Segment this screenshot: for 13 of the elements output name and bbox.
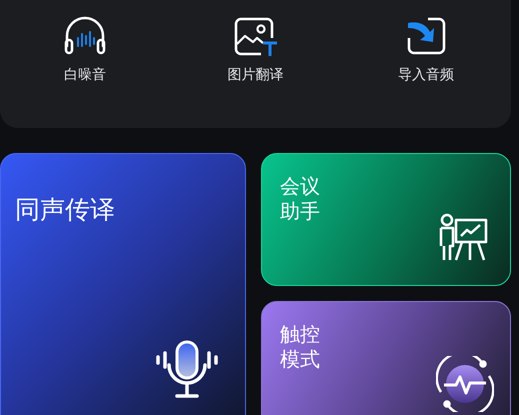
card-title: 触控 模式 — [280, 322, 320, 372]
presenter-board-icon — [438, 212, 490, 262]
image-text-icon — [232, 16, 278, 56]
tool-button[interactable]: 导入音频 — [361, 16, 491, 128]
card-title: 同声传译 — [15, 194, 115, 226]
feature-card[interactable]: 同声传译 — [0, 153, 246, 415]
pulse-chat-icon — [436, 356, 494, 412]
card-title: 会议 助手 — [280, 174, 320, 224]
tool-button[interactable]: 图片翻译 — [190, 16, 320, 128]
headphones-icon — [63, 16, 107, 56]
microphone-icon — [155, 339, 219, 401]
feature-card[interactable]: 触控 模式 — [261, 301, 511, 415]
tool-button[interactable]: 白噪音 — [20, 16, 150, 128]
